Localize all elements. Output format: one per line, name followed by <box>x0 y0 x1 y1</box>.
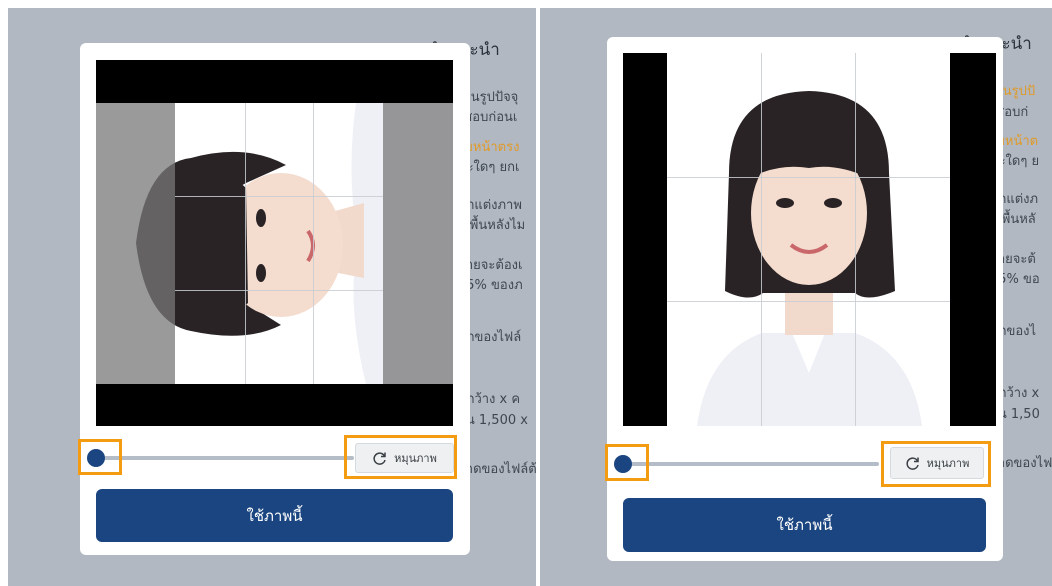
crop-dim-right <box>383 103 453 384</box>
screenshot-right-panel: คำแนะนำ เป็นรูปปั งสอบก่ ายหน้าต ษะใดๆ ย… <box>540 8 1052 586</box>
zoom-slider-track[interactable] <box>104 456 354 460</box>
crop-gridline <box>667 177 950 178</box>
portrait-illustration <box>667 53 950 426</box>
photo-editor-modal: หมุนภาพ ใช้ภาพนี้ <box>605 37 1003 561</box>
highlight-rotate-button <box>881 441 991 487</box>
crop-gridline <box>175 196 383 197</box>
use-this-image-button[interactable]: ใช้ภาพนี้ <box>623 498 986 552</box>
crop-gridline <box>245 103 246 384</box>
highlight-slider-handle <box>605 444 649 481</box>
portrait-photo <box>667 53 950 426</box>
highlight-slider-handle <box>78 439 122 475</box>
crop-gridline <box>761 53 762 426</box>
highlight-rotate-button <box>344 435 457 479</box>
crop-dim-left <box>96 103 175 384</box>
zoom-slider-track[interactable] <box>631 462 879 466</box>
screenshot-left-panel: คำแนะนำ เป็นรูปปัจจุ งสอบก่อนเ ายหน้าตรง… <box>8 8 536 586</box>
crop-gridline <box>175 290 383 291</box>
use-this-image-button[interactable]: ใช้ภาพนี้ <box>96 489 453 542</box>
use-this-image-label: ใช้ภาพนี้ <box>246 506 303 525</box>
crop-gridline <box>313 103 314 384</box>
crop-area[interactable] <box>96 60 453 426</box>
crop-gridline <box>667 301 950 302</box>
crop-area[interactable] <box>623 53 996 426</box>
portrait-photo-rotated <box>96 103 453 384</box>
photo-editor-modal: หมุนภาพ ใช้ภาพนี้ <box>78 43 470 555</box>
crop-gridline <box>855 53 856 426</box>
use-this-image-label: ใช้ภาพนี้ <box>776 516 833 534</box>
